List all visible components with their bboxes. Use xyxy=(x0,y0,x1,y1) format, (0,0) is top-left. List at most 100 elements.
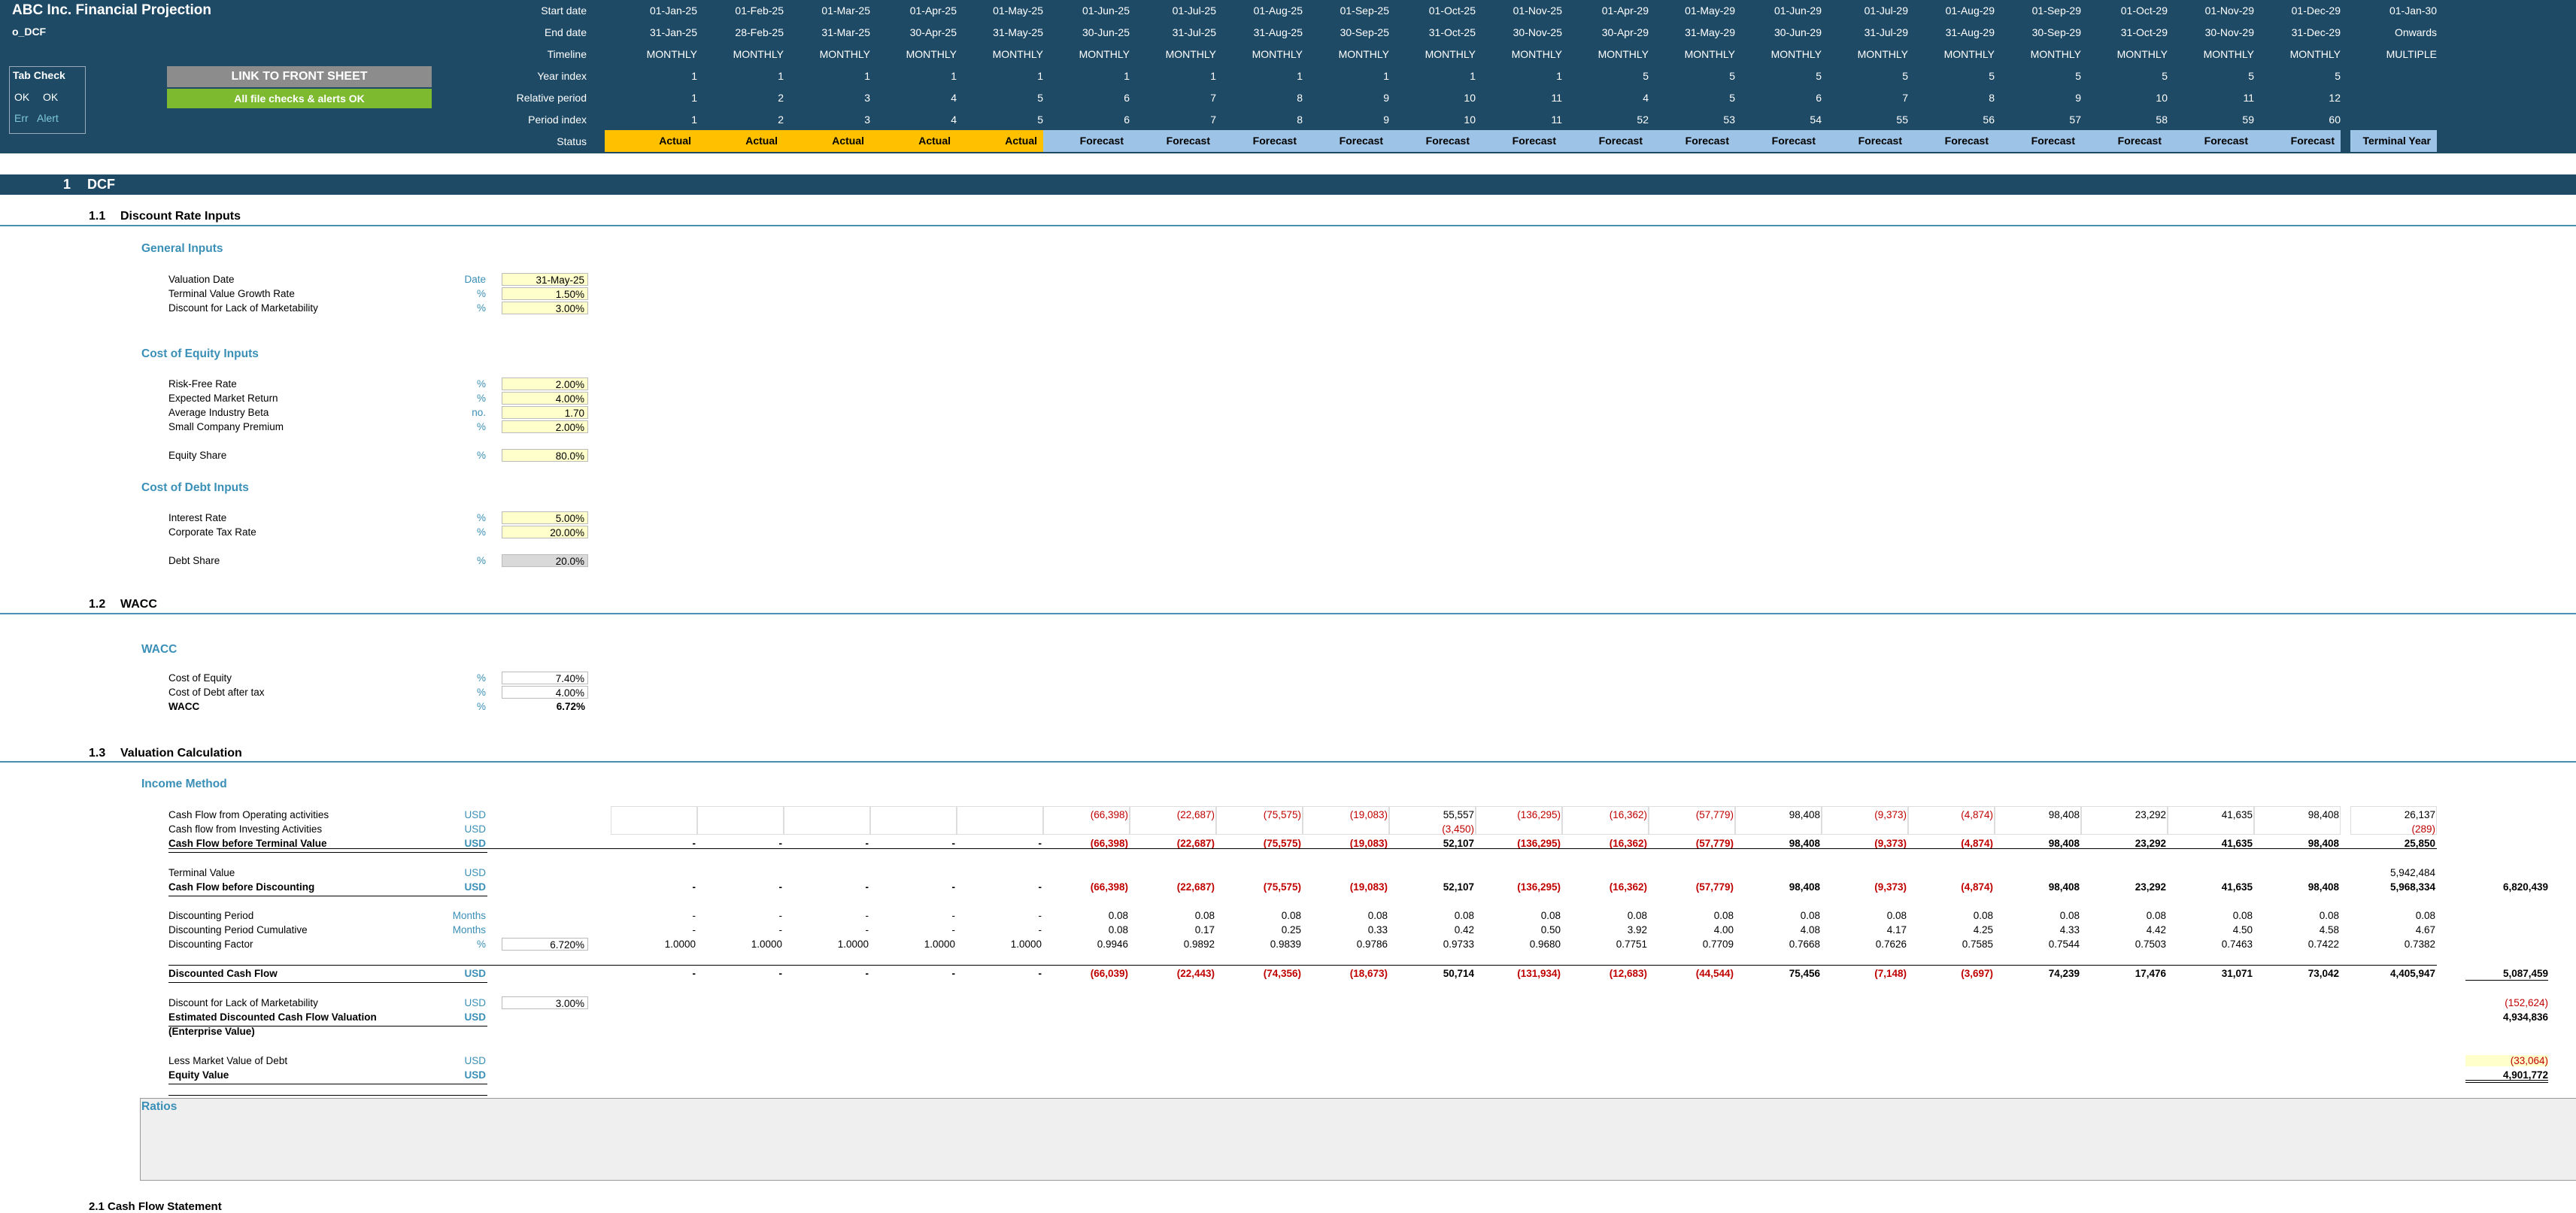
header-cell: 55 xyxy=(1896,114,1908,126)
header-cell: 2 xyxy=(778,92,784,104)
header-cell: 30-Jun-25 xyxy=(1082,26,1130,38)
header-cell: 31-Oct-25 xyxy=(1428,26,1476,38)
header-cell: 5 xyxy=(1729,92,1735,104)
calc-cell: 0.7585 xyxy=(1962,939,1993,950)
input-unit: Date xyxy=(464,274,486,285)
total-rule xyxy=(2465,1082,2548,1083)
calc-cell: 98,408 xyxy=(2048,881,2080,893)
tab-check-title: Tab Check xyxy=(13,69,65,81)
tab-check-err: Err xyxy=(14,112,29,124)
input-value-field[interactable]: 4.00% xyxy=(502,392,588,405)
input-value-field[interactable]: 31-May-25 xyxy=(502,273,588,286)
grid-cell xyxy=(784,806,870,835)
header-row-label: Timeline xyxy=(547,48,587,60)
calc-cell: 4,405,947 xyxy=(2389,968,2435,979)
calc-cell: 26,137 xyxy=(2404,809,2435,820)
calc-cell: - xyxy=(692,910,696,921)
header-cell: 9 xyxy=(2075,92,2081,104)
input-label: Valuation Date xyxy=(168,274,235,285)
input-unit: % xyxy=(476,701,486,712)
header-cell: 30-Apr-25 xyxy=(909,26,957,38)
input-value-field[interactable]: 7.40% xyxy=(502,672,588,684)
input-value-field[interactable]: 4.00% xyxy=(502,686,588,699)
header-cell: 1 xyxy=(1297,70,1303,82)
rate-field[interactable]: 3.00% xyxy=(502,996,588,1009)
file-checks-status-button[interactable]: All file checks & alerts OK xyxy=(167,89,432,108)
input-value-field[interactable]: 20.00% xyxy=(502,526,588,538)
calc-cell: 0.08 xyxy=(2146,910,2166,921)
header-cell: 8 xyxy=(1297,114,1303,126)
calc-cell: - xyxy=(951,924,956,936)
calc-cell: - xyxy=(692,881,696,893)
input-label: Cost of Debt after tax xyxy=(168,687,265,698)
calc-row-unit: USD xyxy=(464,968,486,979)
calc-cell: (66,398) xyxy=(1090,809,1128,820)
header-cell: MONTHLY xyxy=(1857,48,1908,60)
section-1-1-num: 1.1 xyxy=(89,210,106,223)
header-cell: 30-Sep-25 xyxy=(1340,26,1389,38)
calc-cell: 0.42 xyxy=(1454,924,1474,936)
input-value-field[interactable]: 2.00% xyxy=(502,378,588,390)
section-dcf-band: 1 DCF xyxy=(0,174,2576,195)
calc-row-label: Discount for Lack of Marketability xyxy=(168,997,318,1008)
header-cell: 01-May-29 xyxy=(1685,5,1735,17)
section-divider xyxy=(0,761,2576,763)
input-value-field[interactable]: 1.50% xyxy=(502,287,588,300)
calc-row-label: Cash Flow before Discounting xyxy=(168,881,315,893)
input-unit: % xyxy=(476,512,486,523)
calc-cell: 0.08 xyxy=(1108,910,1128,921)
grid-cell xyxy=(957,806,1043,835)
link-to-front-sheet-button[interactable]: LINK TO FRONT SHEET xyxy=(167,66,432,87)
input-value-field[interactable]: 80.0% xyxy=(502,449,588,462)
header-cell: Onwards xyxy=(2394,26,2437,38)
calc-row-label: Estimated Discounted Cash Flow Valuation xyxy=(168,1011,377,1023)
calc-cell: (136,295) xyxy=(1517,838,1561,849)
rate-field[interactable]: 6.720% xyxy=(502,938,588,951)
calc-cell: 0.9786 xyxy=(1356,939,1388,950)
calc-cell: 98,408 xyxy=(2307,809,2339,820)
input-value-field[interactable]: 1.70 xyxy=(502,406,588,419)
calc-cell: 52,107 xyxy=(1443,881,1474,893)
calc-cell: 0.08 xyxy=(1886,910,1907,921)
cost-of-debt-title: Cost of Debt Inputs xyxy=(141,481,249,494)
status-cell: Forecast xyxy=(2168,130,2254,152)
header-cell: MONTHLY xyxy=(1597,48,1649,60)
input-value-field[interactable]: 3.00% xyxy=(502,302,588,314)
calc-cell: (4,874) xyxy=(1961,809,1993,820)
header-cell: 10 xyxy=(2156,92,2168,104)
calc-cell: (16,362) xyxy=(1609,881,1647,893)
calc-cell: (22,687) xyxy=(1176,881,1215,893)
calc-cell: (289) xyxy=(2411,823,2435,835)
calc-cell: 0.9946 xyxy=(1097,939,1128,950)
input-value-field[interactable]: 2.00% xyxy=(502,420,588,433)
calc-cell: (16,362) xyxy=(1609,838,1647,849)
calc-cell: 25,850 xyxy=(2404,838,2435,849)
status-cell: Terminal Year xyxy=(2350,130,2437,152)
calc-row-unit: USD xyxy=(464,867,486,878)
calc-cell: 31,071 xyxy=(2221,968,2253,979)
header-row-label: Relative period xyxy=(516,92,587,104)
header-cell: MONTHLY xyxy=(992,48,1043,60)
header-cell: 31-Jan-25 xyxy=(649,26,697,38)
header-cell: 01-Feb-25 xyxy=(735,5,784,17)
calc-row-label: Equity Value xyxy=(168,1069,229,1081)
total-cell[interactable]: (33,064) xyxy=(2465,1055,2548,1066)
ratios-panel xyxy=(140,1098,2576,1181)
calc-row-unit: USD xyxy=(464,1069,486,1081)
calc-cell: 55,557 xyxy=(1443,809,1474,820)
input-value-field[interactable]: 20.0% xyxy=(502,554,588,567)
calc-cell: 0.25 xyxy=(1281,924,1301,936)
header-cell: 30-Apr-29 xyxy=(1601,26,1649,38)
status-cell: Actual xyxy=(697,130,784,152)
calc-cell: 98,408 xyxy=(2307,881,2339,893)
calc-cell: 0.08 xyxy=(1108,924,1128,936)
calc-row-label: Cash flow from Investing Activities xyxy=(168,823,323,835)
input-unit: % xyxy=(476,302,486,314)
input-unit: % xyxy=(476,526,486,538)
header-cell: MONTHLY xyxy=(733,48,784,60)
header-cell: 01-Nov-29 xyxy=(2204,5,2254,17)
header-cell: 11 xyxy=(1551,92,1562,104)
calc-cell: 0.08 xyxy=(2059,910,2080,921)
input-value-field[interactable]: 5.00% xyxy=(502,511,588,524)
calc-cell: 1.0000 xyxy=(1010,939,1042,950)
